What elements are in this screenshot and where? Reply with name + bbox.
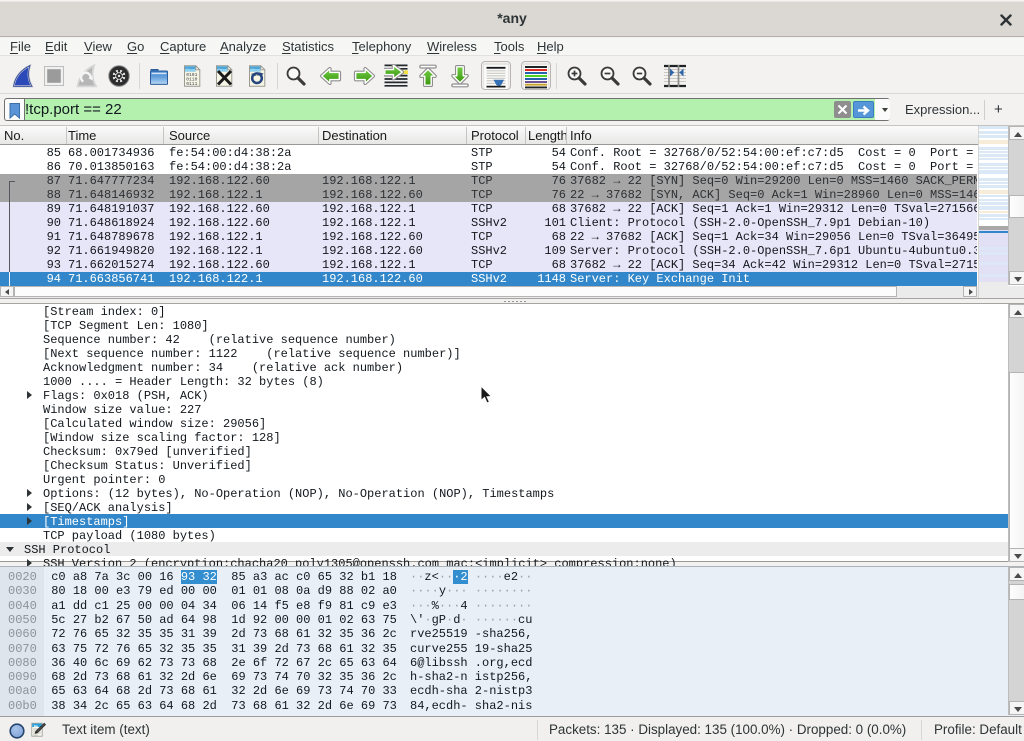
svg-text:0111: 0111 (186, 81, 197, 87)
